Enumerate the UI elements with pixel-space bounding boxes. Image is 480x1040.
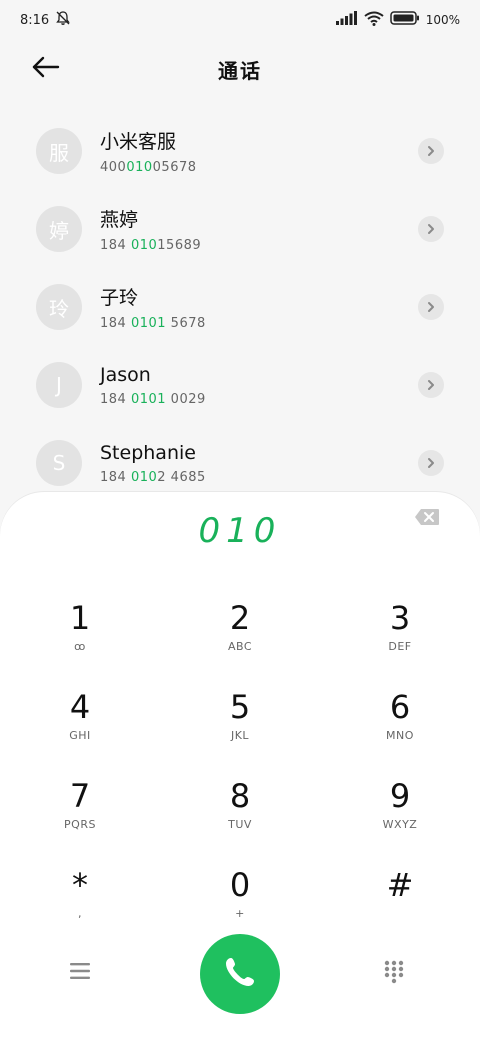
key-6[interactable]: 6 MNO: [345, 687, 455, 765]
backspace-button[interactable]: [414, 508, 440, 528]
contact-number: 184 0102 4685: [100, 469, 206, 485]
key-8[interactable]: 8 TUV: [185, 776, 295, 854]
contact-number: 184 0101 5678: [100, 316, 206, 331]
key-digit: 3: [389, 599, 411, 637]
avatar: 服: [36, 128, 82, 174]
key-2[interactable]: 2 ABC: [185, 598, 295, 676]
key-digit: 9: [389, 777, 411, 815]
key-digit: 5: [229, 688, 251, 726]
key-letters: JKL: [230, 729, 250, 742]
key-digit: *: [72, 866, 88, 904]
call-button[interactable]: [200, 934, 280, 1014]
key-9[interactable]: 9 WXYZ: [345, 776, 455, 854]
key-digit: 7: [69, 777, 91, 815]
key-letters: GHI: [69, 729, 91, 742]
key-letters: ,: [78, 907, 82, 920]
key-4[interactable]: 4 GHI: [25, 687, 135, 765]
dial-display: 010: [0, 506, 480, 556]
dialpad-actions: [0, 932, 480, 1022]
key-digit: 1: [69, 599, 91, 637]
avatar: 婷: [36, 206, 82, 252]
status-time: 8:16: [20, 12, 50, 28]
contact-list: 服 小米客服 40001005678 婷 燕婷 184 01015689 玲 子…: [0, 112, 480, 502]
key-letters: DEF: [388, 640, 412, 653]
battery-icon: [389, 11, 420, 29]
key-digit: #: [386, 866, 414, 904]
contact-detail-button[interactable]: [418, 372, 444, 398]
dialpad-icon: [383, 960, 405, 988]
back-button[interactable]: [28, 54, 64, 84]
key-digit: 0: [229, 866, 251, 904]
avatar: S: [36, 440, 82, 486]
key-letters: TUV: [228, 818, 252, 831]
contact-row[interactable]: 婷 燕婷 184 01015689: [0, 190, 480, 268]
voicemail-icon: ꝏ: [74, 640, 86, 653]
phone-icon: [222, 954, 258, 994]
contact-name: 子玲: [100, 287, 139, 309]
key-letters: PQRS: [64, 818, 96, 831]
page-title: 通话: [218, 58, 262, 83]
contact-number: 40001005678: [100, 160, 197, 175]
contact-name: 燕婷: [100, 209, 139, 231]
key-3[interactable]: 3 DEF: [345, 598, 455, 676]
contact-name: Jason: [100, 363, 151, 386]
menu-button[interactable]: [70, 962, 100, 986]
bell-off-icon: [55, 10, 71, 30]
contact-name: 小米客服: [100, 131, 177, 153]
contact-row[interactable]: 服 小米客服 40001005678: [0, 112, 480, 190]
key-letters: +: [235, 907, 245, 920]
key-digit: 2: [229, 599, 251, 637]
menu-icon: [70, 963, 90, 984]
chevron-right-icon: [426, 298, 436, 317]
key-5[interactable]: 5 JKL: [185, 687, 295, 765]
wifi-icon: [364, 11, 384, 30]
key-letters: ABC: [227, 640, 253, 653]
dialpad-panel: 010 1 ꝏ 2 ABC 3 DEF 4 GHI 5 JKL 6 MNO 7 …: [0, 492, 480, 1040]
key-letters: MNO: [386, 729, 414, 742]
chevron-right-icon: [426, 376, 436, 395]
chevron-right-icon: [426, 220, 436, 239]
key-letters: WXYZ: [382, 818, 418, 831]
signal-icon: [335, 11, 358, 29]
contact-name: Stephanie: [100, 441, 196, 464]
contact-detail-button[interactable]: [418, 216, 444, 242]
chevron-right-icon: [426, 142, 436, 161]
key-digit: 6: [389, 688, 411, 726]
contact-number: 184 01015689: [100, 238, 202, 253]
contact-detail-button[interactable]: [418, 138, 444, 164]
status-bar: 8:16 100%: [0, 0, 480, 40]
keypad-toggle-button[interactable]: [383, 960, 407, 984]
battery-level: 100%: [425, 13, 460, 27]
arrow-left-icon: [32, 56, 60, 82]
avatar: 玲: [36, 284, 82, 330]
key-1[interactable]: 1 ꝏ: [25, 598, 135, 676]
backspace-icon: [414, 509, 440, 530]
contact-row[interactable]: J Jason 184 0101 0029: [0, 346, 480, 424]
contact-number: 184 0101 0029: [100, 391, 206, 407]
dialed-number: 010: [198, 511, 282, 551]
key-7[interactable]: 7 PQRS: [25, 776, 135, 854]
key-digit: 4: [69, 688, 91, 726]
key-digit: 8: [229, 777, 251, 815]
chevron-right-icon: [426, 454, 436, 473]
contact-detail-button[interactable]: [418, 450, 444, 476]
header: 通话: [0, 44, 480, 94]
contact-row[interactable]: S Stephanie 184 0102 4685: [0, 424, 480, 502]
contact-row[interactable]: 玲 子玲 184 0101 5678: [0, 268, 480, 346]
contact-detail-button[interactable]: [418, 294, 444, 320]
avatar: J: [36, 362, 82, 408]
